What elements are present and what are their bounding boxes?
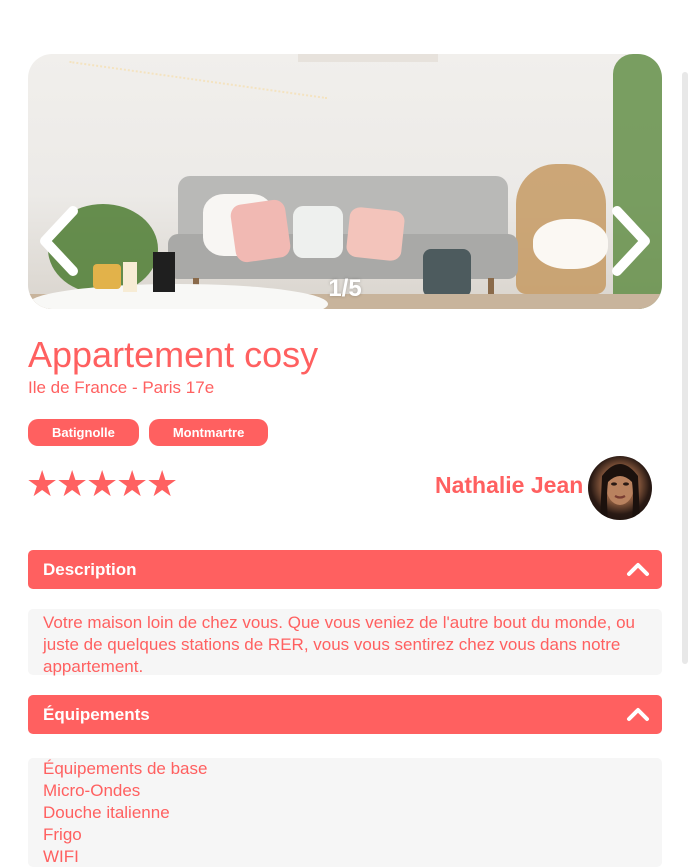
listing-location: Ile de France - Paris 17e <box>28 378 215 397</box>
description-header-label: Description <box>43 560 137 579</box>
chevron-left-icon <box>40 206 78 276</box>
tag: Montmartre <box>148 419 269 446</box>
chevron-up-icon <box>627 708 649 721</box>
chevron-up-icon <box>627 563 649 576</box>
star-icon: ★ <box>56 463 89 504</box>
photo-carousel: 1/5 <box>28 54 662 309</box>
description-panel: Votre maison loin de chez vous. Que vous… <box>28 609 662 676</box>
equipment-list: Équipements de base Micro-Ondes Douche i… <box>43 758 647 868</box>
tag: Batignolle <box>28 419 139 446</box>
description-toggle[interactable]: Description <box>28 550 662 589</box>
equipment-panel: Équipements de base Micro-Ondes Douche i… <box>28 758 662 867</box>
equipment-item: Équipements de base <box>43 759 208 778</box>
tag-list: Batignolle Montmartre <box>28 419 269 446</box>
equipment-item: Frigo <box>43 825 82 844</box>
star-rating: ★ ★ ★ ★ ★ <box>26 463 179 504</box>
equipment-item: WIFI <box>43 847 79 866</box>
equipment-header-label: Équipements <box>43 705 150 724</box>
star-icon: ★ <box>116 463 149 504</box>
carousel-next-button[interactable] <box>606 203 656 279</box>
equipment-item: Micro-Ondes <box>43 781 141 800</box>
chevron-right-icon <box>612 206 650 276</box>
carousel-prev-button[interactable] <box>34 203 84 279</box>
star-icon: ★ <box>86 463 119 504</box>
scrollbar-thumb[interactable] <box>682 72 688 664</box>
star-icon: ★ <box>26 463 59 504</box>
listing-title: Appartement cosy <box>28 334 319 375</box>
host-name: Nathalie Jean <box>435 472 584 498</box>
star-icon: ★ <box>146 463 179 504</box>
equipment-toggle[interactable]: Équipements <box>28 695 662 734</box>
host-avatar <box>588 456 652 520</box>
carousel-counter: 1/5 <box>328 275 362 302</box>
description-text: Votre maison loin de chez vous. Que vous… <box>43 613 636 676</box>
equipment-item: Douche italienne <box>43 803 170 822</box>
